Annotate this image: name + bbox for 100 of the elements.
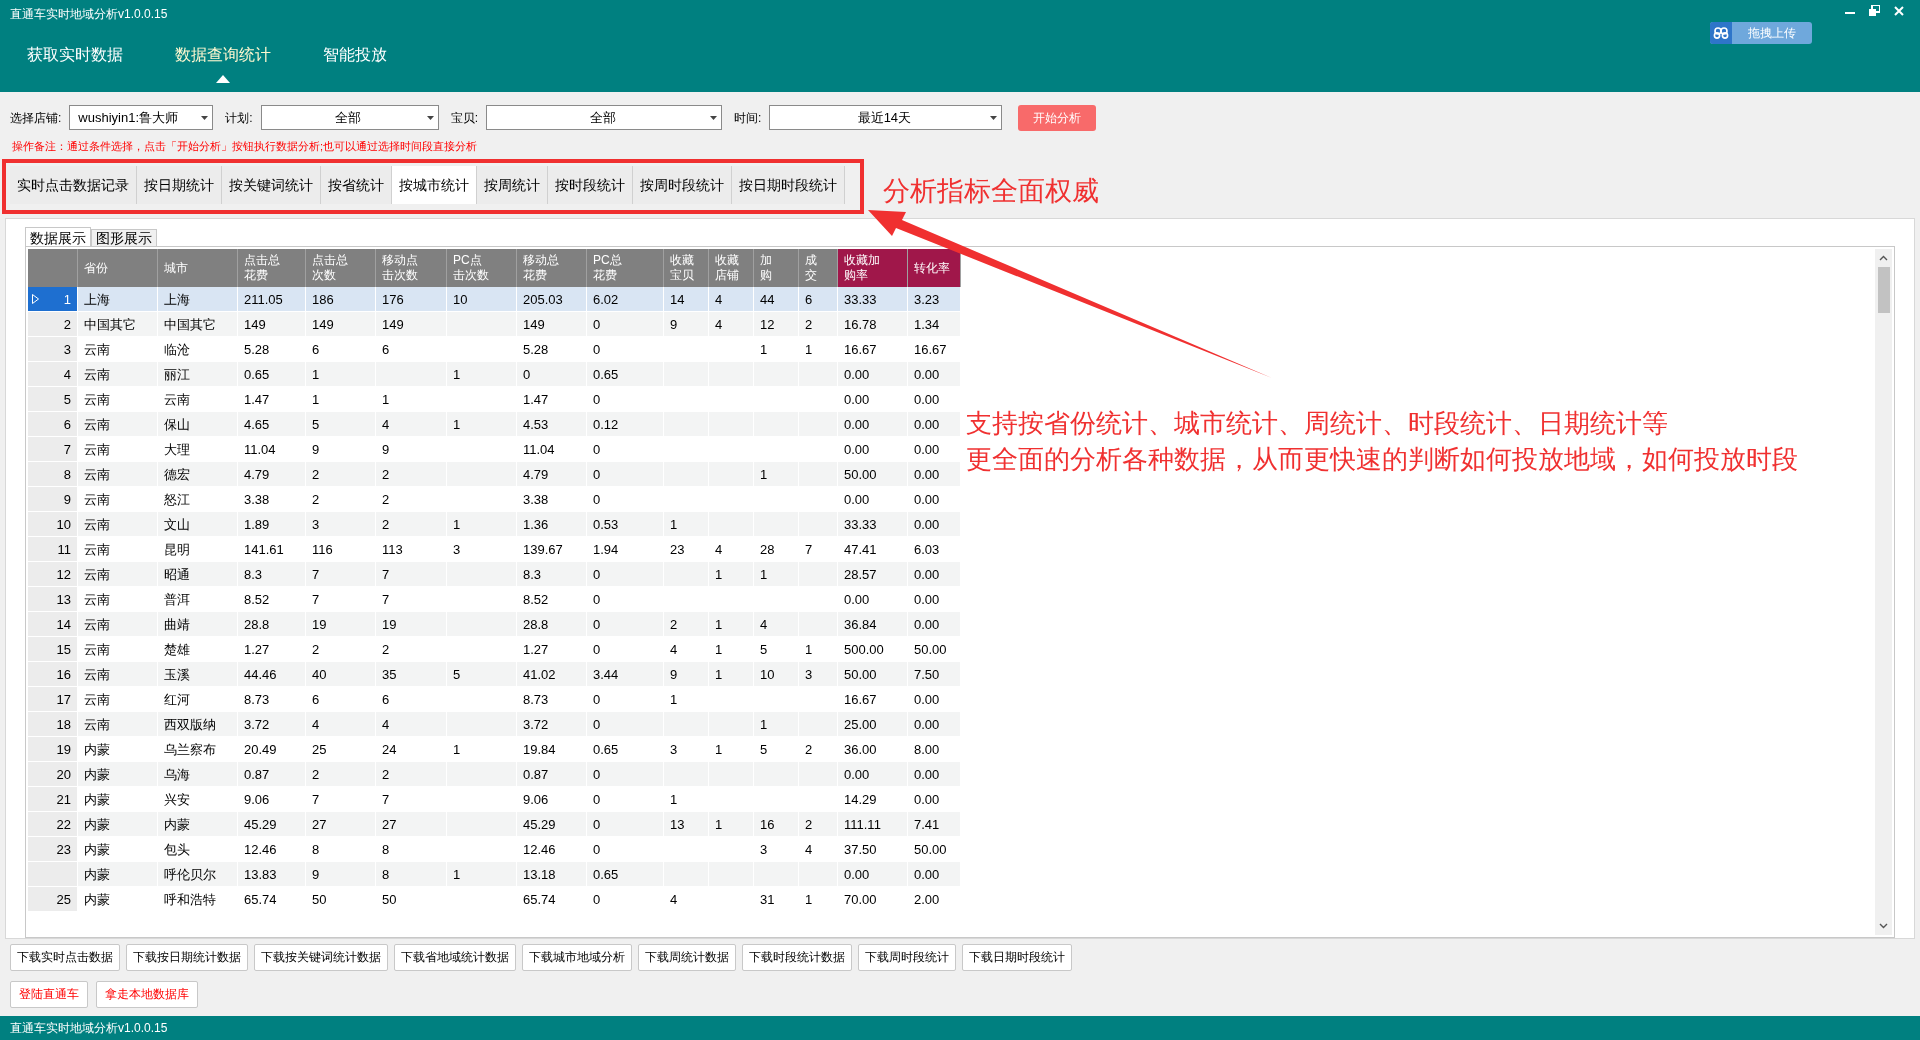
- row-header[interactable]: 25: [28, 887, 78, 912]
- download-button[interactable]: 下载省地域统计数据: [394, 943, 516, 971]
- row-header[interactable]: 1: [28, 287, 78, 312]
- table-cell-text: 3: [805, 665, 813, 684]
- tab[interactable]: 按时段统计: [548, 166, 633, 205]
- table-cell-text: 2: [382, 515, 390, 534]
- table-cell-text: 7: [312, 790, 320, 809]
- tab[interactable]: 按省统计: [321, 166, 392, 205]
- dropdown-field[interactable]: wushiyin1:鲁大师: [69, 105, 214, 131]
- tab[interactable]: 按日期统计: [137, 166, 222, 205]
- table-row[interactable]: 内蒙 呼伦贝尔 13.83 9 8 1 13.18 0.65 0.00 0.00: [28, 862, 961, 888]
- row-header[interactable]: 20: [28, 762, 78, 787]
- tab[interactable]: 按周统计: [477, 166, 548, 205]
- row-header[interactable]: 11: [28, 537, 78, 562]
- row-header[interactable]: 6: [28, 412, 78, 437]
- dropdown-field[interactable]: 全部: [260, 105, 439, 131]
- table-cell-text: 7: [382, 790, 390, 809]
- restore-icon[interactable]: [1869, 5, 1880, 16]
- action-button[interactable]: 登陆直通车: [10, 980, 88, 1008]
- tab[interactable]: 按城市统计: [392, 166, 477, 205]
- row-header[interactable]: 15: [28, 637, 78, 662]
- row-header[interactable]: 17: [28, 687, 78, 712]
- table-row[interactable]: 4 云南 丽江 0.65 1 1 0 0.65 0.00 0.00: [28, 362, 961, 388]
- table-cell-text: 2: [382, 490, 390, 509]
- table-cell-text: 云南: [84, 340, 110, 359]
- download-button[interactable]: 下载按关键词统计数据: [254, 943, 388, 971]
- row-header[interactable]: 18: [28, 712, 78, 737]
- row-header[interactable]: 9: [28, 487, 78, 512]
- row-header[interactable]: 12: [28, 562, 78, 587]
- nav-tab[interactable]: 智能投放: [323, 40, 387, 70]
- tab[interactable]: 按周时段统计: [633, 166, 732, 205]
- download-button[interactable]: 下载日期时段统计: [962, 943, 1072, 971]
- table-cell-text: 113: [382, 540, 403, 559]
- scroll-up-icon[interactable]: [1879, 255, 1888, 262]
- view-tab[interactable]: 数据展示: [25, 227, 91, 248]
- row-header[interactable]: 2: [28, 312, 78, 337]
- download-button[interactable]: 下载周时段统计: [858, 943, 956, 971]
- table-row[interactable]: 20 内蒙 乌海 0.87 2 2 0.87 0 0.00 0.00: [28, 762, 961, 788]
- row-header[interactable]: 23: [28, 837, 78, 862]
- table-row[interactable]: 6 云南 保山 4.65 5 4 1 4.53 0.12 0.00 0.00: [28, 412, 961, 438]
- download-button[interactable]: 下载实时点击数据: [10, 943, 120, 971]
- row-header[interactable]: 19: [28, 737, 78, 762]
- row-header[interactable]: 21: [28, 787, 78, 812]
- scroll-thumb[interactable]: [1877, 267, 1890, 314]
- nav-tab[interactable]: 数据查询统计: [175, 40, 271, 70]
- table-cell-text: 139.67: [523, 540, 563, 559]
- table-cell-text: 云南: [84, 640, 110, 659]
- table-cell-text: 8.73: [244, 690, 270, 709]
- table-row[interactable]: 18 云南 西双版纳 3.72 4 4 3.72 0 1 25.00 0.00: [28, 712, 961, 738]
- view-tab[interactable]: 图形展示: [91, 229, 157, 248]
- table-cell-text: 149: [312, 315, 334, 334]
- table-row[interactable]: 12 云南 昭通 8.3 7 7 8.3 0 1 1 28.57 0.00: [28, 562, 961, 588]
- table-cell-text: 云南: [84, 490, 110, 509]
- table-cell-text: 0.53: [593, 515, 619, 534]
- table-cell-text: 德宏: [164, 465, 190, 484]
- table-row[interactable]: 2 中国其它 中国其它 149 149 149 149 0 9 4 12 2 16.78 1.34: [28, 312, 961, 338]
- download-button[interactable]: 下载周统计数据: [638, 943, 736, 971]
- dropdown-field[interactable]: 全部: [486, 105, 723, 131]
- table-cell-text: 3.38: [244, 490, 270, 509]
- table-cell-text: 4.79: [523, 465, 549, 484]
- table-cell-text: 3: [760, 840, 768, 859]
- table-row[interactable]: 1 上海 上海 211.05 186 176 10 205.03 6.02 14 4 44 6 33.33 3.23: [28, 287, 961, 313]
- row-header[interactable]: 4: [28, 362, 78, 387]
- table-cell-text: 丽江: [164, 365, 190, 384]
- table-cell-text: 大理: [164, 440, 190, 459]
- row-header[interactable]: 22: [28, 812, 78, 837]
- row-header[interactable]: 5: [28, 387, 78, 412]
- tab[interactable]: 实时点击数据记录: [10, 166, 137, 205]
- table-cell-text: 西双版纳: [164, 715, 216, 734]
- table-row[interactable]: 16 云南 玉溪 44.46 40 35 5 41.02 3.44 9 1 10 3 50.00 7.50: [28, 662, 961, 688]
- column-header: 移动总花费: [523, 253, 559, 284]
- row-header[interactable]: 8: [28, 462, 78, 487]
- nav-tab[interactable]: 获取实时数据: [27, 40, 123, 70]
- tab[interactable]: 按关键词统计: [222, 166, 321, 205]
- table-row[interactable]: 14 云南 曲靖 28.8 19 19 28.8 0 2 1 4 36.84 0.00: [28, 612, 961, 638]
- scroll-down-icon[interactable]: [1879, 922, 1888, 929]
- table-row[interactable]: 22 内蒙 内蒙 45.29 27 27 45.29 0 13 1 16 2 111.11 7.41: [28, 812, 961, 838]
- table-cell-text: 8: [382, 840, 390, 859]
- table-cell-text: 9: [382, 440, 390, 459]
- tab[interactable]: 按日期时段统计: [732, 166, 845, 205]
- row-header[interactable]: 3: [28, 337, 78, 362]
- row-header[interactable]: 10: [28, 512, 78, 537]
- row-header[interactable]: 13: [28, 587, 78, 612]
- row-header[interactable]: 14: [28, 612, 78, 637]
- table-row[interactable]: 8 云南 德宏 4.79 2 2 4.79 0 1 50.00 0.00: [28, 462, 961, 488]
- table-cell-text: 50: [382, 890, 397, 909]
- download-button[interactable]: 下载按日期统计数据: [126, 943, 248, 971]
- table-cell-text: 5: [312, 415, 320, 434]
- annotation-text: 更全面的分析各种数据，从而更快速的判断如何投放地域，如何投放时段: [966, 443, 1798, 476]
- download-button[interactable]: 下载城市地域分析: [522, 943, 632, 971]
- row-header[interactable]: 16: [28, 662, 78, 687]
- row-number: 25: [56, 890, 71, 909]
- action-button[interactable]: 拿走本地数据库: [96, 980, 198, 1008]
- close-icon[interactable]: [1894, 5, 1904, 16]
- dropdown-field[interactable]: 最近14天: [769, 105, 1003, 131]
- row-number: 13: [56, 590, 71, 609]
- row-header[interactable]: 7: [28, 437, 78, 462]
- table-row[interactable]: 10 云南 文山 1.89 3 2 1 1.36 0.53 1 33.33 0.00: [28, 512, 961, 538]
- download-button[interactable]: 下载时段统计数据: [742, 943, 852, 971]
- scrollbar[interactable]: [1875, 249, 1892, 935]
